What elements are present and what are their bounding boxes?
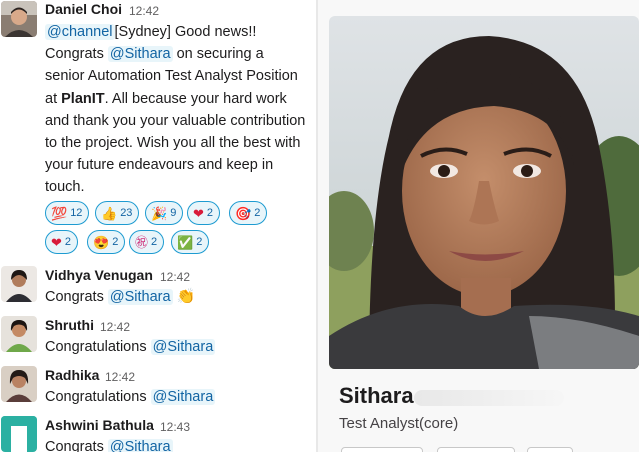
profile-title: Test Analyst(core) xyxy=(339,415,459,432)
red-heart-icon: ❤ xyxy=(51,234,62,250)
reaction-heart-eyes[interactable]: 😍 2 xyxy=(87,230,126,254)
reaction-thumbs-up[interactable]: 👍 23 xyxy=(95,201,140,225)
message-text: Congratulations @Sithara xyxy=(45,386,307,408)
message-text-part: Congratulations xyxy=(45,389,151,405)
reaction-count: 2 xyxy=(196,236,203,248)
avatar[interactable] xyxy=(1,416,37,452)
author-name[interactable]: Ashwini Bathula xyxy=(45,417,154,433)
heart-eyes-icon: 😍 xyxy=(93,234,110,250)
timestamp[interactable]: 12:43 xyxy=(160,420,190,434)
user-mention[interactable]: @Sithara xyxy=(150,389,216,405)
thumbs-up-icon: 👍 xyxy=(101,205,118,221)
red-heart-icon: ❤ xyxy=(193,205,204,221)
message-text: Congratulations @Sithara xyxy=(45,336,307,358)
reaction-red-heart[interactable]: ❤ 2 xyxy=(45,230,79,254)
message-text: @channel [Sydney] Good news!! Congrats @S… xyxy=(45,21,307,199)
check-mark-icon: ✅ xyxy=(177,234,194,250)
timestamp[interactable]: 12:42 xyxy=(100,320,130,334)
profile-action-button[interactable] xyxy=(437,447,515,452)
reaction-count: 2 xyxy=(206,207,214,219)
reaction-direct-hit[interactable]: 🎯 2 xyxy=(229,201,268,225)
timestamp[interactable]: 12:42 xyxy=(129,4,159,18)
redacted-surname xyxy=(414,390,564,406)
user-mention[interactable]: @Sithara xyxy=(107,289,173,305)
author-name[interactable]: Daniel Choi xyxy=(45,1,122,17)
message-list: Daniel Choi 12:42 @channel [Sydney] Good … xyxy=(0,0,316,452)
profile-action-button[interactable] xyxy=(527,447,573,452)
reaction-count: 12 xyxy=(70,207,83,219)
direct-hit-icon: 🎯 xyxy=(235,205,252,221)
author-name[interactable]: Radhika xyxy=(45,367,99,383)
user-mention[interactable]: @Sithara xyxy=(107,439,173,452)
hundred-points-icon: 💯 xyxy=(51,205,68,221)
message-text: Congrats @Sithara 👏 xyxy=(45,286,307,308)
profile-action-button[interactable] xyxy=(341,447,423,452)
reaction-count: 23 xyxy=(120,207,133,219)
reaction-count: 2 xyxy=(112,236,119,248)
reaction-congratulations[interactable]: ㊗ 2 xyxy=(129,230,165,254)
company-name: PlanIT xyxy=(61,90,105,107)
author-name[interactable]: Vidhya Venugan xyxy=(45,267,153,283)
message-text-part: Congratulations xyxy=(45,339,151,355)
timestamp[interactable]: 12:42 xyxy=(105,370,135,384)
reaction-count: 2 xyxy=(254,207,261,219)
reaction-hundred-points[interactable]: 💯 12 xyxy=(45,201,90,225)
reaction-count: 2 xyxy=(151,236,158,248)
party-popper-icon: 🎉 xyxy=(151,205,168,221)
profile-photo[interactable] xyxy=(329,16,639,369)
author-name[interactable]: Shruthi xyxy=(45,317,94,333)
reaction-party-popper[interactable]: 🎉 9 xyxy=(145,201,184,225)
avatar[interactable] xyxy=(1,316,37,352)
message-text-part: Congrats xyxy=(45,289,108,305)
profile-name: Sithara xyxy=(339,383,414,408)
message-text: Congrats @Sithara xyxy=(45,436,307,452)
reaction-count: 9 xyxy=(170,207,177,219)
reaction-check-mark[interactable]: ✅ 2 xyxy=(171,230,210,254)
channel-mention[interactable]: @channel xyxy=(45,24,115,40)
user-mention[interactable]: @Sithara xyxy=(107,46,173,63)
reaction-red-heart[interactable]: ❤ 2 xyxy=(187,201,221,225)
user-mention[interactable]: @Sithara xyxy=(150,339,216,355)
message-text-part: Congrats xyxy=(45,439,108,452)
avatar[interactable] xyxy=(1,366,37,402)
avatar[interactable] xyxy=(1,1,37,37)
avatar[interactable] xyxy=(1,266,37,302)
timestamp[interactable]: 12:42 xyxy=(160,270,190,284)
reaction-count: 2 xyxy=(64,236,72,248)
congratulations-icon: ㊗ xyxy=(135,234,149,250)
clapping-hands-icon: 👏 xyxy=(176,288,196,305)
